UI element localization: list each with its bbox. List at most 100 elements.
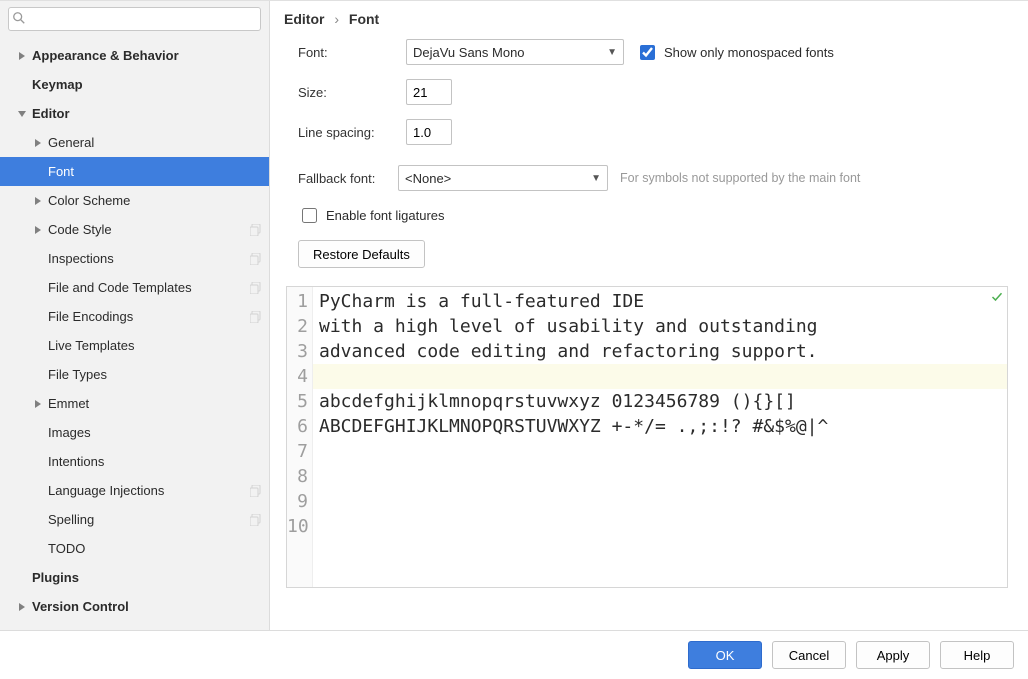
line-number: 8 [287,464,308,489]
sidebar-item-emmet[interactable]: Emmet [0,389,269,418]
size-input[interactable] [406,79,452,105]
sidebar-item-label: File Encodings [48,309,249,324]
breadcrumb: Editor › Font [270,1,1028,39]
sidebar-item-code-style[interactable]: Code Style [0,215,269,244]
preview-line [319,439,1001,464]
preview-line [319,464,1001,489]
sidebar-item-inspections[interactable]: Inspections [0,244,269,273]
sidebar-item-label: Images [48,425,263,440]
sidebar-item-label: Spelling [48,512,249,527]
chevron-right-icon [16,52,28,60]
help-button[interactable]: Help [940,641,1014,669]
sidebar-item-label: Appearance & Behavior [32,48,263,63]
sidebar-item-font[interactable]: Font [0,157,269,186]
font-combobox[interactable]: DejaVu Sans Mono ▼ [406,39,624,65]
show-monospaced-label: Show only monospaced fonts [664,45,834,60]
preview-gutter: 12345678910 [287,287,313,587]
sidebar-item-label: Live Templates [48,338,263,353]
sidebar-item-intentions[interactable]: Intentions [0,447,269,476]
search-input[interactable] [8,7,261,31]
sidebar-item-color-scheme[interactable]: Color Scheme [0,186,269,215]
cancel-button[interactable]: Cancel [772,641,846,669]
chevron-right-icon [16,603,28,611]
line-number: 9 [287,489,308,514]
font-settings-form: Font: DejaVu Sans Mono ▼ Show only monos… [270,39,1028,282]
line-number: 5 [287,389,308,414]
chevron-right-icon [32,139,44,147]
sidebar-item-keymap[interactable]: Keymap [0,70,269,99]
preview-line: abcdefghijklmnopqrstuvwxyz 0123456789 ()… [319,389,1001,414]
sidebar-item-label: Editor [32,106,263,121]
enable-ligatures-checkbox[interactable]: Enable font ligatures [298,205,445,226]
sidebar-item-label: Keymap [32,77,263,92]
line-number: 10 [287,514,308,539]
sidebar-item-label: File and Code Templates [48,280,249,295]
line-number: 7 [287,439,308,464]
sidebar-item-plugins[interactable]: Plugins [0,563,269,592]
sidebar-item-todo[interactable]: TODO [0,534,269,563]
sidebar-item-file-types[interactable]: File Types [0,360,269,389]
apply-button[interactable]: Apply [856,641,930,669]
font-preview: 12345678910 PyCharm is a full-featured I… [286,286,1008,588]
sidebar-item-label: Font [48,164,263,179]
content-pane: Editor › Font Font: DejaVu Sans Mono ▼ S… [270,1,1028,630]
sidebar-item-label: Inspections [48,251,249,266]
restore-defaults-button[interactable]: Restore Defaults [298,240,425,268]
sidebar-item-file-encodings[interactable]: File Encodings [0,302,269,331]
line-number: 3 [287,339,308,364]
chevron-right-icon [32,197,44,205]
sidebar-item-label: Language Injections [48,483,249,498]
sidebar-item-spelling[interactable]: Spelling [0,505,269,534]
sidebar-item-appearance-behavior[interactable]: Appearance & Behavior [0,41,269,70]
sidebar-item-version-control[interactable]: Version Control [0,592,269,621]
search-icon [12,11,26,25]
sidebar-item-live-templates[interactable]: Live Templates [0,331,269,360]
chevron-down-icon: ▼ [591,173,601,184]
enable-ligatures-label: Enable font ligatures [326,208,445,223]
preview-line [319,514,1001,539]
fallback-font-value: <None> [405,171,451,186]
sidebar-item-label: General [48,135,263,150]
show-monospaced-checkbox[interactable]: Show only monospaced fonts [636,42,834,63]
line-number: 4 [287,364,308,389]
preview-line: PyCharm is a full-featured IDE [319,289,1001,314]
sidebar-item-label: Intentions [48,454,263,469]
chevron-down-icon: ▼ [607,47,617,58]
sidebar-item-label: Code Style [48,222,249,237]
scope-icon [249,252,263,266]
fallback-font-combobox[interactable]: <None> ▼ [398,165,608,191]
line-number: 1 [287,289,308,314]
sidebar-item-file-and-code-templates[interactable]: File and Code Templates [0,273,269,302]
sidebar-item-label: Emmet [48,396,263,411]
preview-code[interactable]: PyCharm is a full-featured IDEwith a hig… [313,287,1007,587]
fallback-font-hint: For symbols not supported by the main fo… [620,171,860,185]
settings-dialog: Appearance & Behavior Keymap Editor General… [0,0,1028,679]
line-spacing-input[interactable] [406,119,452,145]
line-spacing-label: Line spacing: [298,125,406,140]
sidebar-item-label: Plugins [32,570,263,585]
ok-button[interactable]: OK [688,641,762,669]
scope-icon [249,223,263,237]
sidebar-item-images[interactable]: Images [0,418,269,447]
breadcrumb-root: Editor [284,11,324,27]
chevron-right-icon [32,226,44,234]
preview-line: with a high level of usability and outst… [319,314,1001,339]
show-monospaced-input[interactable] [640,45,655,60]
preview-line [319,364,1001,389]
breadcrumb-leaf: Font [349,11,379,27]
search-wrap [0,1,269,39]
scope-icon [249,310,263,324]
sidebar: Appearance & Behavior Keymap Editor General… [0,1,270,630]
line-number: 2 [287,314,308,339]
preview-line: ABCDEFGHIJKLMNOPQRSTUVWXYZ +-*/= .,;:!? … [319,414,1001,439]
sidebar-item-general[interactable]: General [0,128,269,157]
sidebar-item-language-injections[interactable]: Language Injections [0,476,269,505]
sidebar-item-editor[interactable]: Editor [0,99,269,128]
scope-icon [249,281,263,295]
preview-line [319,489,1001,514]
font-combobox-value: DejaVu Sans Mono [413,45,525,60]
preview-line: advanced code editing and refactoring su… [319,339,1001,364]
enable-ligatures-input[interactable] [302,208,317,223]
breadcrumb-separator: › [334,11,339,27]
sidebar-item-label: Color Scheme [48,193,263,208]
